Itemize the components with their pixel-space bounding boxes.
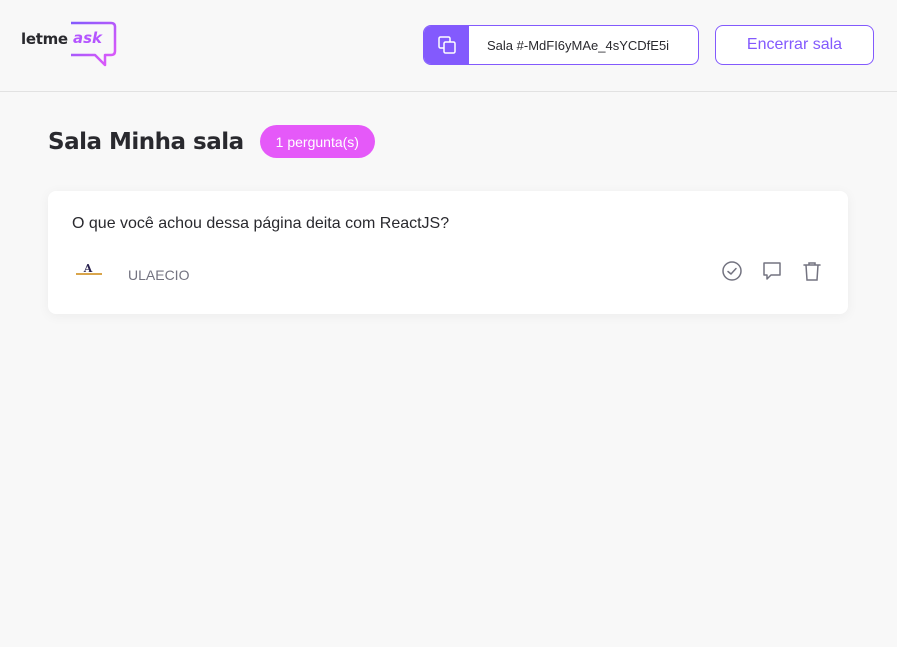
question-card: O que você achou dessa página deita com … bbox=[48, 191, 848, 314]
question-actions bbox=[720, 259, 824, 283]
letmeask-logo[interactable]: letme ask bbox=[21, 21, 121, 69]
copy-icon[interactable] bbox=[424, 26, 469, 64]
logo-text: letme bbox=[21, 30, 68, 48]
page-header: letme ask Sala #-MdFI6yMAe_4sYCDfE5i Enc… bbox=[0, 0, 897, 92]
logo-accent-text: ask bbox=[73, 29, 103, 47]
close-room-button[interactable]: Encerrar sala bbox=[715, 25, 874, 65]
author-name: ULAECIO bbox=[128, 267, 190, 283]
room-code-label: Sala #-MdFI6yMAe_4sYCDfE5i bbox=[487, 37, 670, 53]
copy-room-code-button[interactable]: Sala #-MdFI6yMAe_4sYCDfE5i bbox=[423, 25, 699, 65]
question-author: A ULAECIO bbox=[72, 259, 189, 291]
delete-icon[interactable] bbox=[800, 259, 824, 283]
check-circle-icon[interactable] bbox=[720, 259, 744, 283]
question-count-badge: 1 pergunta(s) bbox=[259, 125, 375, 158]
room-title-row: Sala Minha sala 1 pergunta(s) bbox=[48, 125, 375, 158]
answer-icon[interactable] bbox=[760, 259, 784, 283]
question-content: O que você achou dessa página deita com … bbox=[72, 215, 450, 232]
page-title: Sala Minha sala bbox=[48, 128, 244, 155]
avatar: A bbox=[72, 259, 104, 291]
